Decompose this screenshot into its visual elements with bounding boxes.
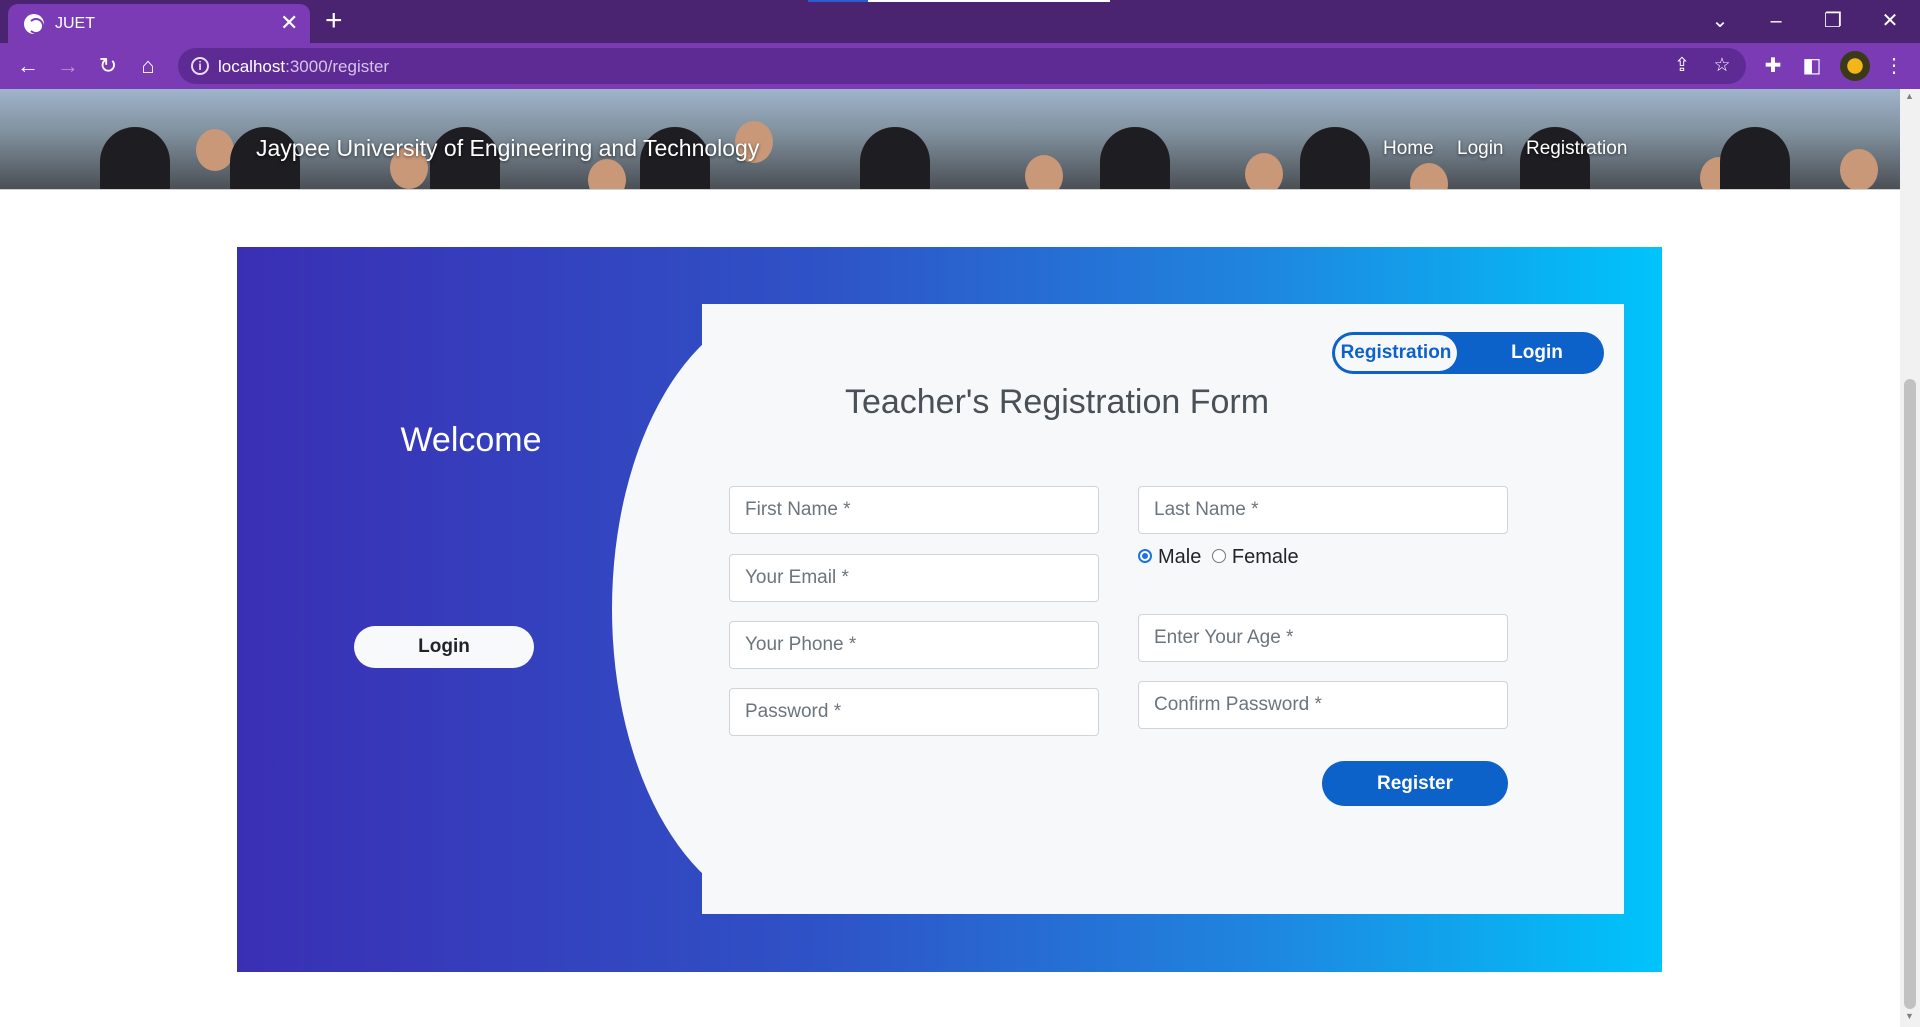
address-bar[interactable]: i localhost:3000/register ⇪ ☆	[178, 48, 1746, 84]
site-brand[interactable]: Jaypee University of Engineering and Tec…	[256, 135, 759, 162]
browser-tab-bar: JUET ✕ + ⌄ – ❐ ✕	[0, 0, 1920, 43]
extensions-icon[interactable]: ✚	[1759, 52, 1787, 80]
browser-tab[interactable]: JUET ✕	[8, 4, 310, 43]
nav-registration[interactable]: Registration	[1526, 138, 1627, 160]
page-viewport: Jaypee University of Engineering and Tec…	[0, 89, 1900, 1027]
star-icon[interactable]: ☆	[1710, 54, 1734, 78]
profile-avatar[interactable]	[1840, 51, 1870, 81]
sidebar-login-button[interactable]: Login	[354, 626, 534, 668]
phone-input[interactable]	[729, 621, 1099, 669]
tab-strip-indicator	[808, 0, 868, 2]
email-input[interactable]	[729, 554, 1099, 602]
close-window-icon[interactable]: ✕	[1870, 4, 1910, 38]
form-title: Teacher's Registration Form	[844, 383, 1270, 421]
female-radio[interactable]	[1211, 548, 1226, 563]
nav-login[interactable]: Login	[1457, 138, 1504, 160]
confirm-password-input[interactable]	[1138, 681, 1508, 729]
scroll-up-icon[interactable]: ▲	[1905, 91, 1914, 101]
register-button[interactable]: Register	[1322, 761, 1508, 806]
chevron-down-icon[interactable]: ⌄	[1700, 4, 1740, 38]
welcome-heading: Welcome	[400, 421, 542, 459]
male-label: Male	[1158, 546, 1202, 569]
site-info-icon[interactable]: i	[191, 57, 209, 75]
first-name-input[interactable]	[729, 486, 1099, 534]
reload-icon[interactable]: ↻	[92, 50, 124, 82]
hero-banner: Jaypee University of Engineering and Tec…	[0, 89, 1900, 190]
page-scrollbar[interactable]: ▲ ▼	[1900, 89, 1920, 1027]
browser-toolbar: ← → ↻ ⌂ i localhost:3000/register ⇪ ☆ ✚ …	[0, 43, 1920, 89]
scrollbar-thumb[interactable]	[1904, 379, 1916, 1009]
toggle-registration-button[interactable]: Registration	[1335, 335, 1457, 371]
share-icon[interactable]: ⇪	[1670, 54, 1694, 78]
minimize-icon[interactable]: –	[1756, 4, 1796, 38]
password-input[interactable]	[729, 688, 1099, 736]
nav-home[interactable]: Home	[1383, 138, 1434, 160]
age-input[interactable]	[1138, 614, 1508, 662]
tab-strip-indicator	[868, 0, 1110, 2]
female-label: Female	[1231, 546, 1299, 569]
male-radio[interactable]	[1138, 548, 1152, 563]
side-panel-icon[interactable]: ◧	[1798, 52, 1826, 80]
new-tab-icon[interactable]: +	[325, 5, 343, 37]
globe-icon	[24, 14, 44, 34]
close-tab-icon[interactable]: ✕	[280, 11, 298, 35]
gender-radio-group: Male Female	[1138, 546, 1304, 569]
restore-icon[interactable]: ❐	[1813, 4, 1853, 38]
home-icon[interactable]: ⌂	[132, 50, 164, 82]
tab-title: JUET	[55, 15, 95, 32]
toggle-login-button[interactable]: Login	[1482, 335, 1592, 371]
scroll-down-icon[interactable]: ▼	[1905, 1011, 1914, 1021]
registration-card: Welcome Login Registration Login Teacher…	[237, 247, 1662, 972]
back-arrow-icon[interactable]: ←	[12, 50, 44, 82]
forward-arrow-icon[interactable]: →	[52, 50, 84, 82]
url-text: localhost:3000/register	[218, 57, 390, 76]
last-name-input[interactable]	[1138, 486, 1508, 534]
menu-dots-icon[interactable]: ⋮	[1880, 52, 1908, 80]
form-toggle: Registration Login	[1332, 332, 1604, 374]
